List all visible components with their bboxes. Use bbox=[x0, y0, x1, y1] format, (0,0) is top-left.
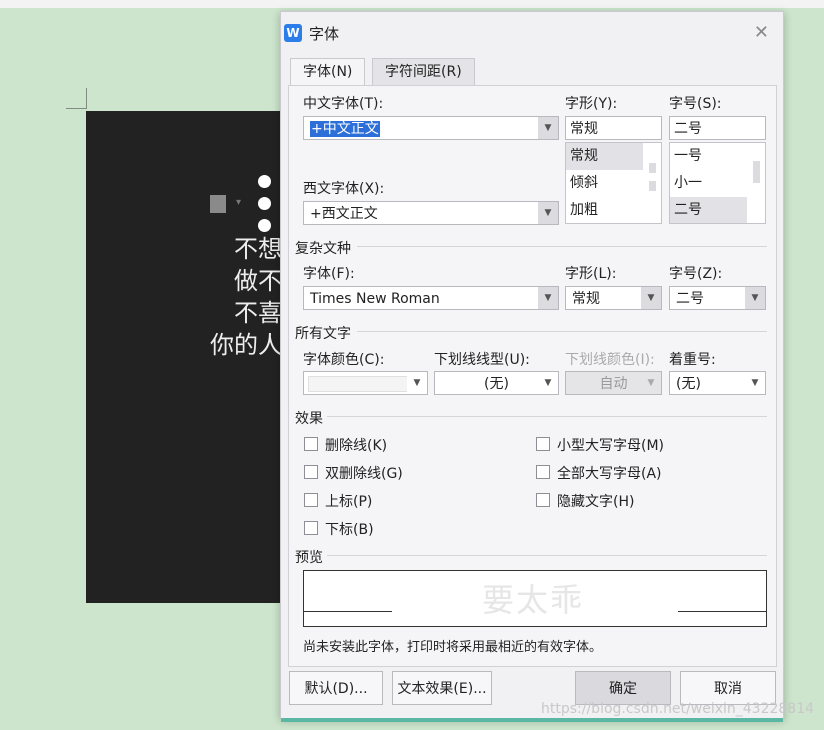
double-strikethrough-checkbox[interactable] bbox=[304, 465, 318, 479]
size-option[interactable]: 小一 bbox=[670, 170, 747, 197]
complex-size-label: 字号(Z): bbox=[669, 266, 723, 282]
font-color-combo[interactable]: ▼ bbox=[303, 371, 428, 395]
underline-color-value: 自动 bbox=[599, 376, 628, 392]
ok-button[interactable]: 确定 bbox=[575, 671, 671, 705]
top-ruler-strip bbox=[0, 0, 824, 8]
font-color-label: 字体颜色(C): bbox=[303, 352, 385, 368]
wps-writer-icon: W bbox=[284, 24, 302, 42]
scrollbar[interactable] bbox=[753, 161, 760, 183]
hidden-text-checkbox[interactable] bbox=[536, 493, 550, 507]
chinese-font-label: 中文字体(T): bbox=[303, 96, 384, 112]
all-caps-checkbox[interactable] bbox=[536, 465, 550, 479]
close-icon[interactable]: ✕ bbox=[754, 22, 769, 43]
tab-character-spacing[interactable]: 字符间距(R) bbox=[372, 58, 475, 86]
style-option[interactable]: 常规 bbox=[566, 143, 643, 170]
underline-style-label: 下划线线型(U): bbox=[434, 352, 530, 368]
chinese-font-combo[interactable]: +中文正文 ▼ bbox=[303, 116, 559, 140]
complex-style-combo[interactable]: 常规 ▼ bbox=[565, 286, 662, 310]
effects-section-title: 效果 bbox=[295, 411, 323, 427]
preview-baseline bbox=[304, 611, 392, 612]
chevron-down-icon: ▼ bbox=[641, 372, 661, 394]
section-divider bbox=[327, 555, 767, 556]
underline-style-value: (无) bbox=[484, 376, 509, 392]
complex-size-combo[interactable]: 二号 ▼ bbox=[669, 286, 766, 310]
superscript-label[interactable]: 上标(P) bbox=[325, 491, 372, 511]
emphasis-combo[interactable]: (无) ▼ bbox=[669, 371, 766, 395]
western-font-label: 西文字体(X): bbox=[303, 181, 385, 197]
emphasis-label: 着重号: bbox=[669, 352, 716, 368]
size-option[interactable]: 一号 bbox=[670, 143, 747, 170]
style-list[interactable]: 常规 倾斜 加粗 bbox=[565, 142, 662, 224]
size-label: 字号(S): bbox=[669, 96, 722, 112]
chevron-down-icon[interactable]: ▼ bbox=[641, 287, 661, 309]
page-corner-marker bbox=[66, 88, 87, 109]
chevron-down-icon[interactable]: ▼ bbox=[538, 202, 558, 224]
western-font-combo[interactable]: +西文正文 ▼ bbox=[303, 201, 559, 225]
size-list[interactable]: 一号 小一 二号 bbox=[669, 142, 766, 224]
font-dialog: W 字体 ✕ 字体(N) 字符间距(R) 中文字体(T): +中文正文 ▼ 字形… bbox=[280, 11, 784, 722]
complex-size-value: 二号 bbox=[676, 291, 704, 307]
color-swatch bbox=[308, 376, 408, 392]
chevron-down-icon[interactable]: ▼ bbox=[407, 372, 427, 394]
double-strikethrough-label[interactable]: 双删除线(G) bbox=[325, 463, 403, 483]
all-caps-label[interactable]: 全部大写字母(A) bbox=[557, 463, 662, 483]
complex-style-value: 常规 bbox=[572, 291, 600, 307]
superscript-checkbox[interactable] bbox=[304, 493, 318, 507]
section-divider bbox=[357, 246, 767, 247]
tab-font[interactable]: 字体(N) bbox=[290, 58, 366, 87]
dialog-accent-bar bbox=[281, 718, 783, 722]
section-divider bbox=[327, 416, 767, 417]
watermark: https://blog.csdn.net/weixin_43228814 bbox=[541, 701, 815, 717]
preview-box: 要太乖 bbox=[303, 570, 767, 627]
chevron-down-icon[interactable]: ▼ bbox=[745, 372, 765, 394]
complex-font-value: Times New Roman bbox=[310, 291, 440, 307]
scrollbar[interactable] bbox=[649, 181, 656, 191]
text-effects-button[interactable]: 文本效果(E)... bbox=[392, 671, 492, 705]
size-input[interactable]: 二号 bbox=[669, 116, 766, 140]
preview-baseline bbox=[678, 611, 766, 612]
western-font-value: +西文正文 bbox=[310, 206, 378, 222]
scrollbar[interactable] bbox=[649, 163, 656, 173]
complex-font-label: 字体(F): bbox=[303, 266, 355, 282]
section-divider bbox=[357, 331, 767, 332]
preview-text: 要太乖 bbox=[482, 581, 585, 619]
size-option[interactable]: 二号 bbox=[670, 197, 747, 223]
document-icon[interactable] bbox=[210, 195, 226, 213]
strikethrough-checkbox[interactable] bbox=[304, 437, 318, 451]
underline-color-combo: 自动 ▼ bbox=[565, 371, 662, 395]
complex-font-combo[interactable]: Times New Roman ▼ bbox=[303, 286, 559, 310]
underline-color-label: 下划线颜色(I): bbox=[565, 352, 655, 368]
chinese-font-value: +中文正文 bbox=[310, 121, 380, 137]
selection-handle[interactable] bbox=[258, 175, 271, 188]
chevron-down-icon[interactable]: ▼ bbox=[538, 372, 558, 394]
small-caps-checkbox[interactable] bbox=[536, 437, 550, 451]
dark-image-block[interactable]: ▾ 不想做 做不到 不喜欢 你的人生 而 bbox=[86, 111, 306, 603]
emphasis-value: (无) bbox=[676, 376, 701, 392]
chevron-down-icon[interactable]: ▼ bbox=[745, 287, 765, 309]
default-button[interactable]: 默认(D)... bbox=[289, 671, 383, 705]
hidden-text-label[interactable]: 隐藏文字(H) bbox=[557, 491, 634, 511]
chevron-down-icon[interactable]: ▼ bbox=[538, 287, 558, 309]
selection-handle[interactable] bbox=[258, 197, 271, 210]
font-not-installed-note: 尚未安装此字体，打印时将采用最相近的有效字体。 bbox=[303, 640, 603, 655]
underline-style-combo[interactable]: (无) ▼ bbox=[434, 371, 559, 395]
preview-section-title: 预览 bbox=[295, 550, 323, 566]
all-text-section-title: 所有文字 bbox=[295, 326, 351, 342]
strikethrough-label[interactable]: 删除线(K) bbox=[325, 435, 387, 455]
chevron-down-icon[interactable]: ▾ bbox=[236, 197, 241, 208]
style-label: 字形(Y): bbox=[565, 96, 618, 112]
dialog-titlebar[interactable]: W 字体 ✕ bbox=[281, 12, 783, 52]
style-input[interactable]: 常规 bbox=[565, 116, 662, 140]
complex-style-label: 字形(L): bbox=[565, 266, 617, 282]
chevron-down-icon[interactable]: ▼ bbox=[538, 117, 558, 139]
style-option[interactable]: 倾斜 bbox=[566, 170, 643, 197]
small-caps-label[interactable]: 小型大写字母(M) bbox=[557, 435, 664, 455]
dialog-title: 字体 bbox=[309, 25, 340, 43]
style-option[interactable]: 加粗 bbox=[566, 197, 643, 223]
cancel-button[interactable]: 取消 bbox=[680, 671, 776, 705]
subscript-label[interactable]: 下标(B) bbox=[325, 519, 374, 539]
complex-section-title: 复杂文种 bbox=[295, 241, 351, 257]
subscript-checkbox[interactable] bbox=[304, 521, 318, 535]
